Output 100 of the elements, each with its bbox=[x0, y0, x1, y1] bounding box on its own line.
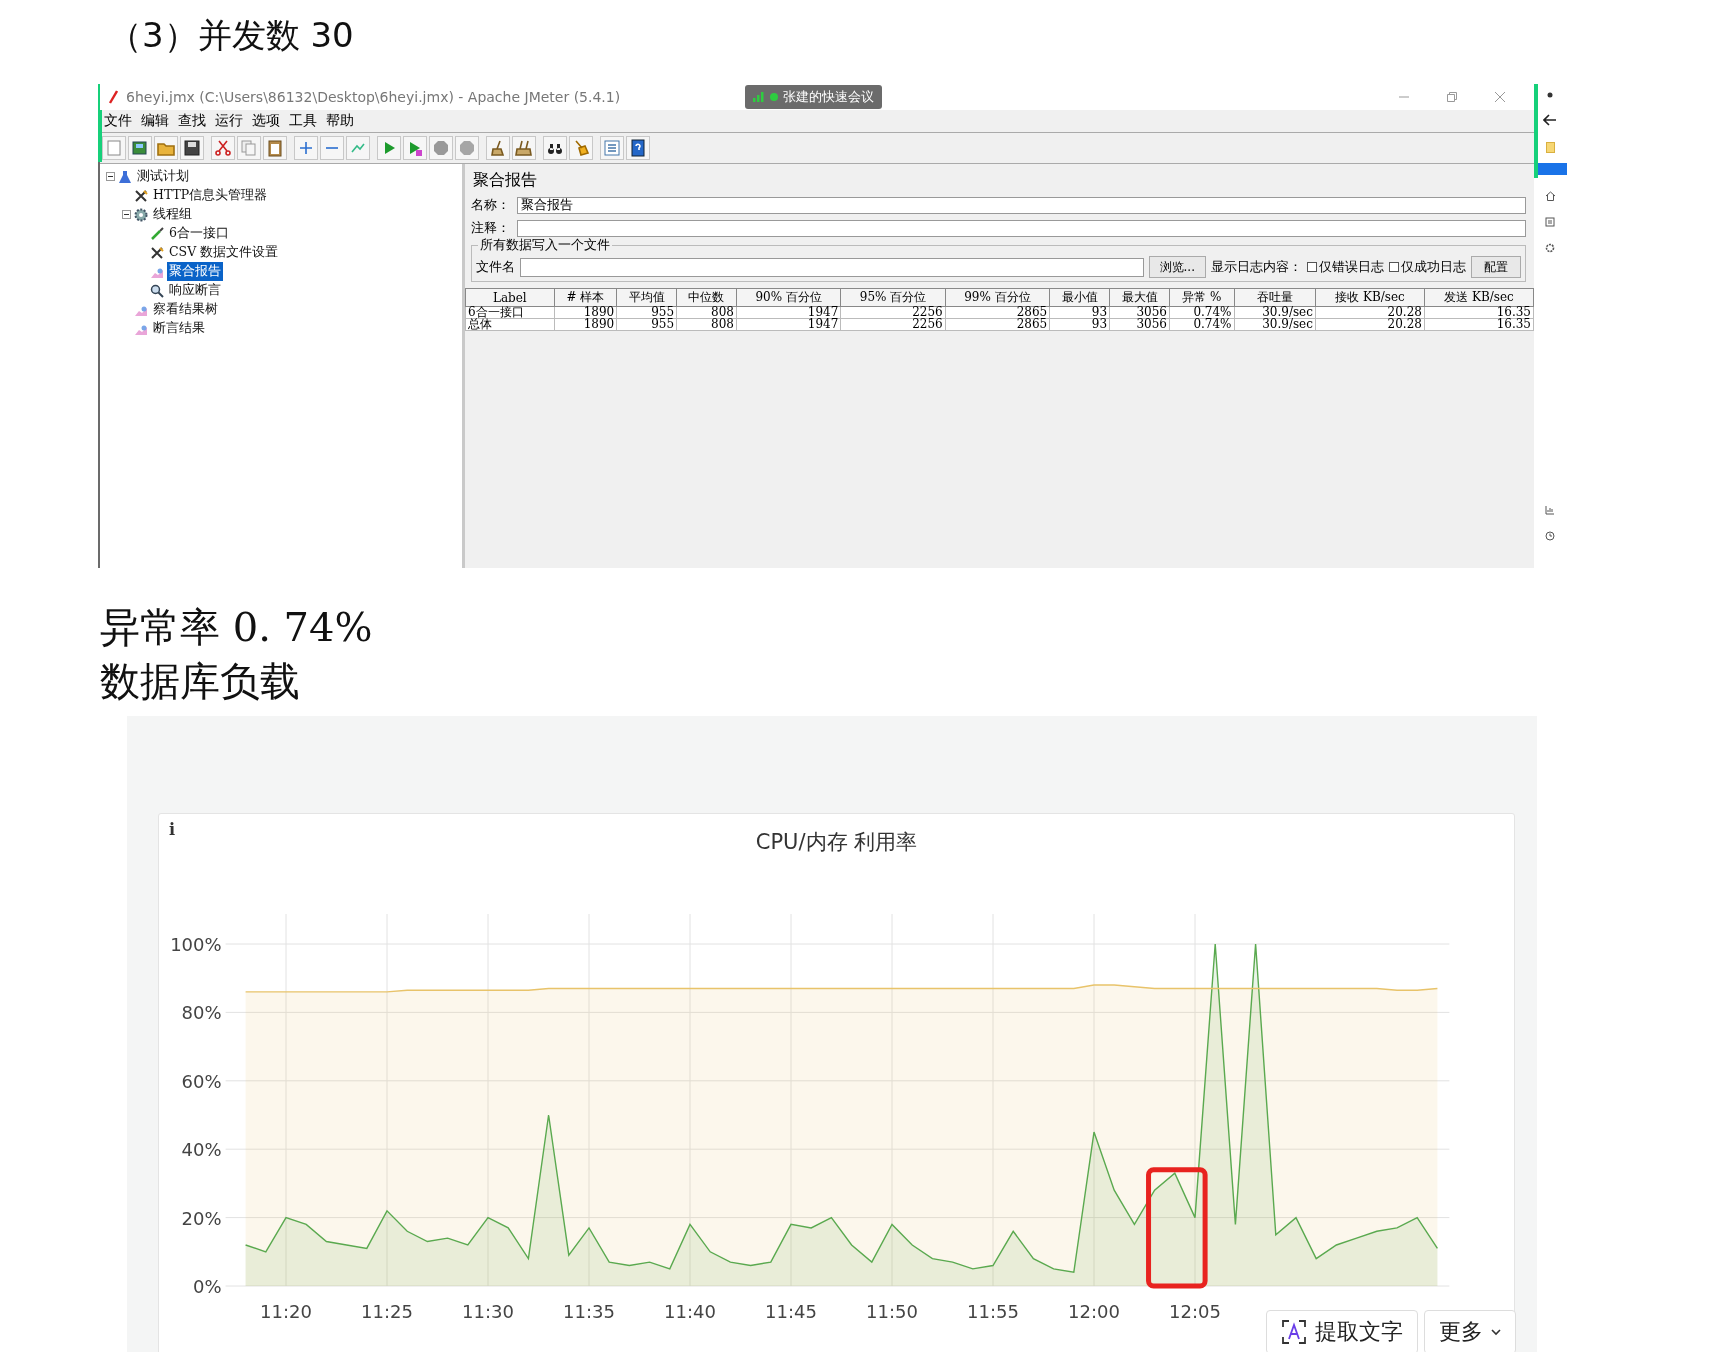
table-cell: 955 bbox=[616, 306, 677, 319]
menu-item[interactable]: 选项 bbox=[252, 112, 280, 130]
collapse-toggle[interactable] bbox=[122, 210, 131, 219]
name-field[interactable]: 聚合报告 bbox=[517, 197, 1526, 214]
axis-tick-label: 11:50 bbox=[866, 1301, 918, 1322]
column-header[interactable]: 异常 % bbox=[1169, 288, 1234, 307]
column-header[interactable]: 95% 百分位 bbox=[840, 288, 946, 307]
menu-item[interactable]: 工具 bbox=[289, 112, 317, 130]
table-cell: 30.9/sec bbox=[1234, 306, 1316, 319]
menu-item[interactable]: 运行 bbox=[215, 112, 243, 130]
tools-icon bbox=[150, 245, 164, 260]
dot-icon[interactable] bbox=[1547, 92, 1553, 98]
column-header[interactable]: 平均值 bbox=[616, 288, 677, 307]
toolbar-broom-button[interactable] bbox=[486, 136, 510, 160]
menu-item[interactable]: 帮助 bbox=[326, 112, 354, 130]
group-label: 所有数据写入一个文件 bbox=[478, 237, 612, 254]
menu-item[interactable]: 文件 bbox=[104, 112, 132, 130]
table-cell: 0.74% bbox=[1169, 306, 1234, 319]
tree-item[interactable]: 聚合报告 bbox=[167, 262, 223, 281]
extract-text-button[interactable]: 提取文字 bbox=[1266, 1310, 1418, 1352]
tree-item[interactable]: 线程组 bbox=[151, 205, 194, 224]
tree-item[interactable]: HTTP信息头管理器 bbox=[151, 186, 270, 205]
column-header[interactable]: 中位数 bbox=[676, 288, 737, 307]
broom-icon bbox=[514, 138, 534, 158]
table-cell: 16.35 bbox=[1424, 306, 1534, 319]
toolbar-play-button[interactable] bbox=[403, 136, 427, 160]
axis-tick-label: 11:45 bbox=[765, 1301, 817, 1322]
toolbar-plus-button[interactable] bbox=[294, 136, 318, 160]
table-cell: 808 bbox=[676, 306, 737, 319]
field-label: 注释： bbox=[471, 220, 511, 237]
section-heading: （3）并发数 30 bbox=[108, 14, 354, 57]
axis-tick-label: 11:55 bbox=[967, 1301, 1019, 1322]
column-header[interactable]: 99% 百分位 bbox=[945, 288, 1050, 307]
table-cell: 16.35 bbox=[1424, 318, 1534, 331]
column-header[interactable]: 最大值 bbox=[1109, 288, 1170, 307]
toolbar-stop-button[interactable] bbox=[429, 136, 453, 160]
column-header[interactable]: 吞吐量 bbox=[1234, 288, 1316, 307]
comment-field[interactable] bbox=[517, 220, 1526, 237]
table-cell: 808 bbox=[676, 318, 737, 331]
toolbar-help-button[interactable] bbox=[626, 136, 650, 160]
axis-tick-label: 11:25 bbox=[361, 1301, 413, 1322]
menu-item[interactable]: 查找 bbox=[178, 112, 206, 130]
home-icon[interactable] bbox=[1544, 191, 1556, 201]
toolbar-play-button[interactable] bbox=[377, 136, 401, 160]
axis-tick-label: 60% bbox=[181, 1070, 222, 1092]
summary-text: 数据库负载 bbox=[100, 657, 301, 706]
tree-item[interactable]: 察看结果树 bbox=[151, 300, 220, 319]
checkbox[interactable]: 仅成功日志 bbox=[1389, 258, 1466, 276]
tree-item[interactable]: 响应断言 bbox=[167, 281, 223, 300]
tree-item[interactable]: 断言结果 bbox=[151, 319, 207, 338]
toolbar-binoculars-button[interactable] bbox=[543, 136, 567, 160]
clipboard-icon bbox=[265, 138, 285, 158]
tree-item[interactable]: 测试计划 bbox=[135, 167, 191, 186]
toolbar-minus-button[interactable] bbox=[320, 136, 344, 160]
table-cell: 总体 bbox=[465, 318, 555, 331]
column-header[interactable]: 发送 KB/sec bbox=[1424, 288, 1534, 307]
toolbar-toggle-button[interactable] bbox=[346, 136, 370, 160]
tools-icon bbox=[134, 188, 148, 203]
filename-field[interactable] bbox=[520, 257, 1144, 277]
column-header[interactable]: 90% 百分位 bbox=[736, 288, 841, 307]
restore-icon bbox=[1446, 91, 1458, 103]
browse-button[interactable]: 浏览... bbox=[1148, 256, 1206, 278]
toolbar-scissors-button[interactable] bbox=[211, 136, 235, 160]
toolbar-stop-button[interactable] bbox=[455, 136, 479, 160]
tree-item[interactable]: CSV 数据文件设置 bbox=[167, 243, 281, 262]
menu-item[interactable]: 编辑 bbox=[141, 112, 169, 130]
table-cell: 93 bbox=[1049, 318, 1110, 331]
column-header[interactable]: 接收 KB/sec bbox=[1315, 288, 1425, 307]
square-icon[interactable] bbox=[1545, 217, 1555, 227]
chart-icon[interactable] bbox=[1545, 505, 1555, 515]
table-cell: 1947 bbox=[736, 306, 841, 319]
info-icon[interactable]: i bbox=[169, 820, 176, 839]
pipette-icon bbox=[150, 226, 164, 241]
column-header[interactable]: 最小值 bbox=[1049, 288, 1110, 307]
collapse-toggle[interactable] bbox=[106, 172, 115, 181]
active-tab-marker bbox=[1537, 163, 1567, 175]
toolbar-globe-book-button[interactable] bbox=[128, 136, 152, 160]
meeting-badge[interactable]: 张建的快速会议 bbox=[745, 85, 882, 109]
toolbar-broom-button[interactable] bbox=[512, 136, 536, 160]
new-file-icon bbox=[104, 138, 124, 158]
toolbar-broom-button[interactable] bbox=[569, 136, 593, 160]
table-cell: 20.28 bbox=[1315, 306, 1425, 319]
flask-icon bbox=[118, 169, 132, 184]
tree-item[interactable]: 6合一接口 bbox=[167, 224, 231, 243]
table-cell: 955 bbox=[616, 318, 677, 331]
axis-tick-label: 11:30 bbox=[462, 1301, 514, 1322]
configure-button[interactable]: 配置 bbox=[1471, 256, 1521, 278]
note-icon[interactable] bbox=[1545, 142, 1555, 153]
toolbar-clipboard-button[interactable] bbox=[263, 136, 287, 160]
checkbox[interactable]: 仅错误日志 bbox=[1307, 258, 1384, 276]
signal-icon bbox=[753, 92, 765, 102]
toolbar-save-button[interactable] bbox=[180, 136, 204, 160]
more-button[interactable]: 更多 bbox=[1424, 1310, 1516, 1352]
minus-icon bbox=[325, 146, 339, 150]
column-header[interactable]: Label bbox=[465, 288, 555, 307]
column-header[interactable]: # 样本 bbox=[554, 288, 617, 307]
gear-icon[interactable] bbox=[1545, 243, 1555, 253]
clock-icon[interactable] bbox=[1545, 531, 1555, 541]
back-arrow-icon[interactable] bbox=[1543, 114, 1557, 126]
feather-icon bbox=[108, 90, 118, 104]
